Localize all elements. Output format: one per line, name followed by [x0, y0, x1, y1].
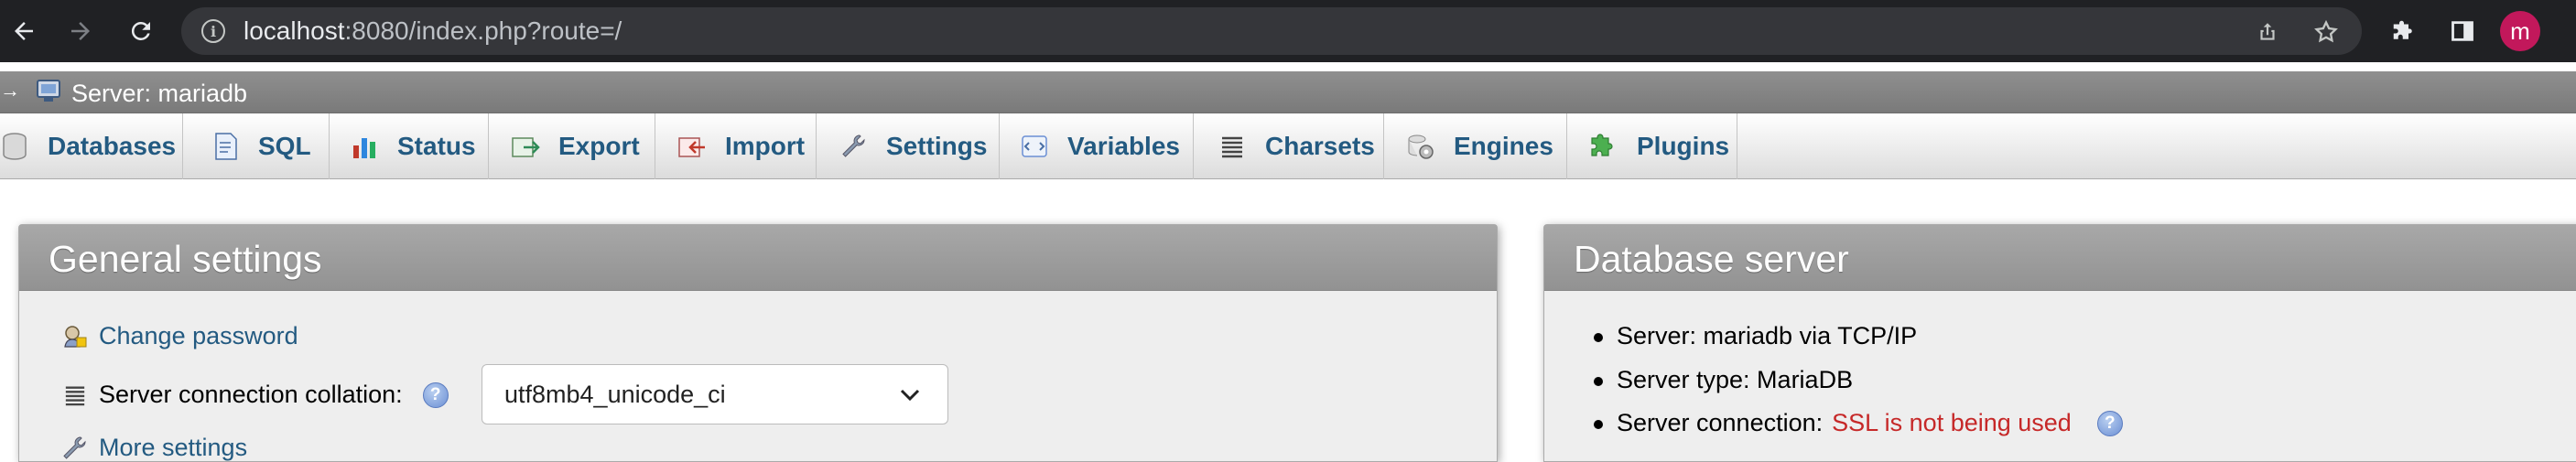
collation-selected-value: utf8mb4_unicode_ci — [504, 380, 726, 408]
server-connection-label: Server connection: — [1617, 409, 1824, 436]
collation-row: Server connection collation: ? — [64, 381, 449, 409]
database-server-title: Database server — [1544, 225, 2576, 291]
forward-arrow-icon[interactable] — [62, 13, 99, 49]
server-icon — [37, 80, 60, 102]
side-panel-icon[interactable] — [2444, 13, 2481, 49]
server-type-text: Server type: MariaDB — [1617, 366, 1854, 393]
url-text[interactable]: localhost:8080/index.php?route=/ — [244, 18, 622, 44]
tab-variables[interactable]: Variables — [1000, 113, 1194, 179]
bookmark-star-icon[interactable] — [2311, 16, 2342, 48]
more-settings-link[interactable]: More settings — [99, 434, 247, 462]
tab-sql[interactable]: SQL — [183, 113, 330, 179]
tab-label: Variables — [1067, 132, 1180, 160]
export-icon — [511, 132, 540, 161]
site-info-icon[interactable]: i — [201, 19, 225, 43]
tab-label: Engines — [1454, 132, 1553, 160]
tab-export[interactable]: Export — [489, 113, 655, 179]
ssl-help-icon[interactable]: ? — [2096, 410, 2123, 436]
collation-select[interactable]: utf8mb4_unicode_ci — [482, 364, 948, 424]
tab-label: Plugins — [1637, 132, 1730, 160]
extensions-puzzle-icon[interactable] — [2386, 13, 2422, 49]
tab-label: SQL — [258, 132, 311, 160]
more-settings-wrench-icon — [63, 435, 86, 459]
back-arrow-icon[interactable] — [5, 13, 42, 49]
tab-label: Status — [397, 132, 476, 160]
main-tab-bar: Databases SQL Status Export Import Setti… — [0, 113, 2576, 179]
ssl-status-text: SSL is not being used — [1832, 409, 2072, 436]
change-password-link[interactable]: Change password — [99, 322, 298, 350]
collation-label: Server connection collation: — [99, 381, 403, 408]
wrench-icon — [839, 132, 868, 161]
tab-label: Settings — [886, 132, 988, 160]
sql-icon — [211, 132, 240, 161]
tab-label: Import — [725, 132, 806, 160]
tab-label: Databases — [48, 132, 177, 160]
general-settings-title: General settings — [19, 225, 1497, 291]
tab-label: Export — [558, 132, 640, 160]
tab-databases[interactable]: Databases — [0, 113, 183, 179]
profile-avatar[interactable]: m — [2500, 11, 2540, 51]
change-password-icon — [64, 325, 87, 348]
tab-label: Charsets — [1265, 132, 1375, 160]
tab-plugins[interactable]: Plugins — [1567, 113, 1737, 179]
tab-status[interactable]: Status — [330, 113, 489, 179]
collapse-arrow-icon[interactable]: → — [0, 79, 20, 102]
browser-toolbar: i localhost:8080/index.php?route=/ m — [0, 0, 2576, 62]
more-settings-row: More settings — [60, 434, 247, 462]
puzzle-icon — [1589, 132, 1618, 161]
database-icon — [0, 132, 29, 161]
collation-icon — [65, 386, 85, 405]
reload-icon[interactable] — [123, 13, 159, 49]
change-password-row: Change password — [60, 322, 298, 350]
tab-charsets[interactable]: Charsets — [1194, 113, 1384, 179]
status-chart-icon — [350, 132, 379, 161]
tab-import[interactable]: Import — [655, 113, 817, 179]
charsets-icon — [1218, 132, 1247, 161]
chevron-down-icon — [900, 389, 920, 402]
collation-help-icon[interactable]: ? — [422, 381, 449, 408]
server-info-item: Server: mariadb via TCP/IP — [1593, 322, 1918, 350]
share-icon[interactable] — [2252, 16, 2283, 48]
server-breadcrumb-label[interactable]: Server: mariadb — [71, 80, 247, 108]
server-type-item: Server type: MariaDB — [1593, 366, 1854, 394]
tab-settings[interactable]: Settings — [817, 113, 1000, 179]
server-breadcrumb: → Server: mariadb — [0, 71, 2576, 113]
variables-icon — [1020, 132, 1049, 161]
import-icon — [677, 132, 707, 161]
address-bar[interactable]: i localhost:8080/index.php?route=/ — [181, 7, 2362, 55]
engines-icon — [1406, 132, 1435, 161]
server-connection-item: Server connection: SSL is not being used… — [1594, 409, 2123, 437]
tab-engines[interactable]: Engines — [1384, 113, 1567, 179]
server-info-text: Server: mariadb via TCP/IP — [1617, 322, 1918, 349]
